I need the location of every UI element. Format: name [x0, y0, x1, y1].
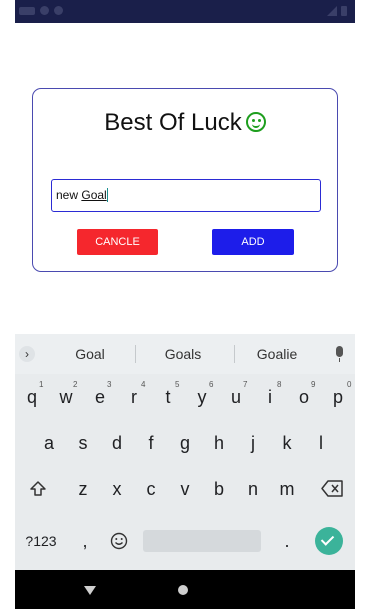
key-hint: 4 — [141, 380, 146, 389]
key-hint: 1 — [39, 380, 44, 389]
key-k[interactable]: k — [270, 420, 304, 466]
key-u[interactable]: u7 — [219, 374, 253, 420]
key-label: i — [268, 387, 272, 407]
suggestion-3[interactable]: Goalie — [237, 334, 317, 374]
key-h[interactable]: h — [202, 420, 236, 466]
chevron-right-icon[interactable]: › — [19, 346, 35, 362]
key-hint: 3 — [107, 380, 112, 389]
key-label: e — [94, 387, 105, 407]
suggestion-bar: › Goal Goals Goalie — [15, 334, 355, 374]
key-f[interactable]: f — [134, 420, 168, 466]
key-w[interactable]: w2 — [49, 374, 83, 420]
key-t[interactable]: t5 — [151, 374, 185, 420]
soft-keyboard: › Goal Goals Goalie q1 w2 e3 r4 t5 y6 u7… — [15, 334, 355, 570]
backspace-key[interactable] — [311, 466, 355, 512]
key-b[interactable]: b — [202, 466, 236, 512]
comma-key[interactable]: , — [73, 518, 97, 564]
key-a[interactable]: a — [32, 420, 66, 466]
key-z[interactable]: z — [66, 466, 100, 512]
suggestion-2[interactable]: Goals — [143, 334, 223, 374]
key-q[interactable]: q1 — [15, 374, 49, 420]
signal-icon — [327, 6, 337, 16]
goal-input-word: Goal — [81, 188, 107, 202]
status-right-icons — [327, 6, 347, 16]
navigation-bar — [15, 570, 355, 609]
key-s[interactable]: s — [66, 420, 100, 466]
notification-icon — [54, 6, 63, 15]
key-label: q — [26, 387, 37, 407]
clock-icon — [19, 6, 35, 15]
key-x[interactable]: x — [100, 466, 134, 512]
key-row-1: q1 w2 e3 r4 t5 y6 u7 i8 o9 p0 — [15, 374, 355, 420]
key-label: p — [332, 387, 343, 407]
cancel-button[interactable]: CANCLE — [77, 229, 158, 255]
status-left-icons — [19, 6, 63, 15]
key-row-2: a s d f g h j k l — [15, 420, 355, 466]
suggestion-divider — [234, 345, 235, 363]
key-hint: 2 — [73, 380, 78, 389]
mic-icon[interactable] — [336, 346, 343, 362]
key-j[interactable]: j — [236, 420, 270, 466]
key-hint: 5 — [175, 380, 180, 389]
battery-icon — [341, 6, 347, 16]
shift-key[interactable] — [15, 466, 59, 512]
key-r[interactable]: r4 — [117, 374, 151, 420]
suggestion-divider — [135, 345, 136, 363]
emoji-key[interactable] — [108, 518, 132, 564]
emoji-icon — [110, 532, 128, 550]
home-icon[interactable] — [178, 585, 188, 595]
goal-dialog: Best Of Luck new Goal CANCLE ADD — [32, 88, 338, 272]
key-i[interactable]: i8 — [253, 374, 287, 420]
period-key[interactable]: . — [277, 518, 297, 564]
key-hint: 7 — [243, 380, 248, 389]
key-e[interactable]: e3 — [83, 374, 117, 420]
text-caret — [106, 188, 108, 202]
smiley-icon — [245, 112, 266, 132]
backspace-icon — [321, 480, 343, 497]
shift-icon — [30, 481, 46, 496]
dialog-title: Best Of Luck — [33, 109, 337, 137]
space-key[interactable] — [143, 530, 261, 552]
key-label: w — [59, 387, 73, 407]
key-d[interactable]: d — [100, 420, 134, 466]
settings-icon — [40, 6, 49, 15]
add-button[interactable]: ADD — [212, 229, 294, 255]
key-hint: 6 — [209, 380, 214, 389]
key-label: u — [230, 387, 241, 407]
key-row-4: ?123 , . — [15, 518, 355, 564]
key-c[interactable]: c — [134, 466, 168, 512]
key-hint: 9 — [311, 380, 316, 389]
key-p[interactable]: p0 — [321, 374, 355, 420]
goal-input-prefix: new — [56, 188, 82, 202]
back-icon[interactable] — [84, 586, 96, 595]
check-icon — [320, 532, 335, 546]
key-v[interactable]: v — [168, 466, 202, 512]
key-row-3: z x c v b n m — [15, 466, 355, 512]
key-m[interactable]: m — [270, 466, 304, 512]
key-hint: 8 — [277, 380, 282, 389]
enter-key[interactable] — [315, 527, 343, 555]
key-n[interactable]: n — [236, 466, 270, 512]
symbols-key[interactable]: ?123 — [19, 518, 63, 564]
key-label: o — [298, 387, 309, 407]
goal-input[interactable]: new Goal — [51, 179, 321, 212]
key-hint: 0 — [347, 380, 352, 389]
key-o[interactable]: o9 — [287, 374, 321, 420]
key-label: r — [131, 387, 137, 407]
key-g[interactable]: g — [168, 420, 202, 466]
key-y[interactable]: y6 — [185, 374, 219, 420]
key-l[interactable]: l — [304, 420, 338, 466]
key-label: t — [165, 387, 171, 407]
dialog-title-text: Best Of Luck — [104, 109, 242, 136]
key-label: y — [197, 387, 207, 407]
suggestion-1[interactable]: Goal — [50, 334, 130, 374]
status-bar — [15, 0, 355, 23]
